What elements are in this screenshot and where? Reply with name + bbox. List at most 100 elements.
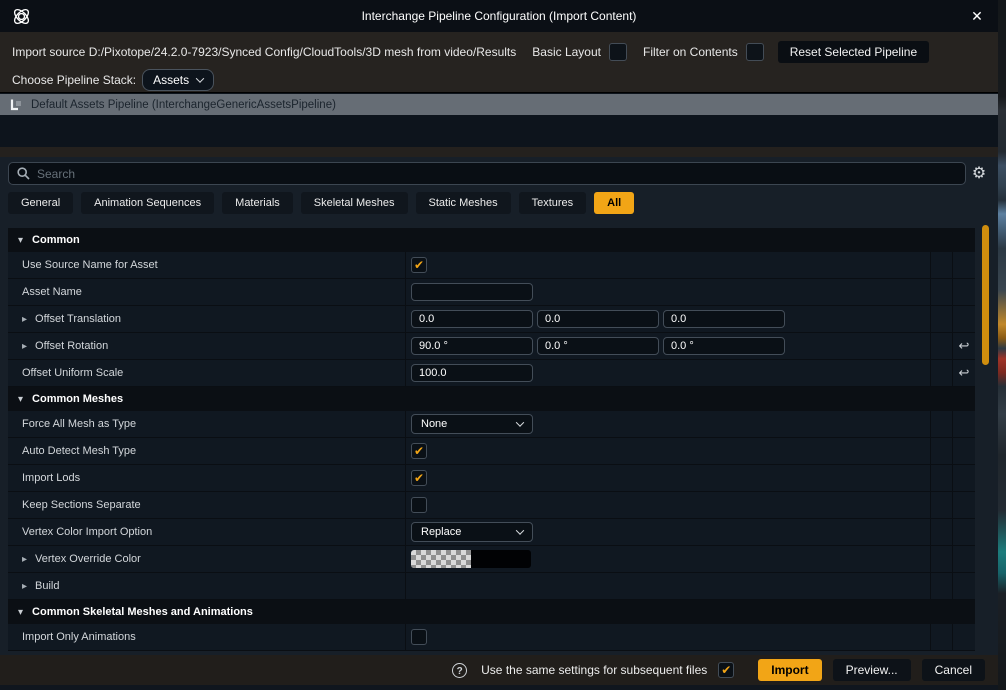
property-row: Keep Sections Separate	[8, 492, 975, 519]
reset-to-default-icon[interactable]: ↩	[959, 365, 970, 381]
row-reset-cell	[952, 252, 975, 278]
property-value-cell: None	[405, 411, 930, 437]
property-value-cell: ✔	[405, 465, 930, 491]
tab-textures[interactable]: Textures	[519, 192, 587, 214]
row-reset-cell	[952, 573, 975, 599]
window-bottom-edge	[0, 685, 998, 690]
property-value-cell	[405, 546, 930, 572]
property-name-cell: Force All Mesh as Type	[8, 411, 405, 437]
row-reset-cell	[952, 519, 975, 545]
vector-field[interactable]	[411, 337, 533, 355]
tab-static-meshes[interactable]: Static Meshes	[416, 192, 511, 214]
section-title: Common Meshes	[32, 393, 123, 405]
row-extra-cell	[930, 360, 952, 386]
checkbox[interactable]: ✔	[411, 443, 427, 459]
row-extra-cell	[930, 306, 952, 332]
cancel-button[interactable]: Cancel	[922, 659, 985, 681]
pipeline-stack-value: Assets	[153, 73, 189, 87]
vertical-scrollbar[interactable]	[982, 225, 989, 365]
reset-to-default-icon[interactable]: ↩	[959, 338, 970, 354]
filter-tabs: General Animation Sequences Materials Skele…	[8, 192, 634, 214]
property-name-cell: Keep Sections Separate	[8, 492, 405, 518]
dropdown[interactable]: None	[411, 414, 533, 434]
vector-field[interactable]	[663, 310, 785, 328]
text-input[interactable]	[411, 283, 533, 301]
property-value-cell	[405, 573, 930, 599]
property-value-cell	[405, 492, 930, 518]
checkbox[interactable]: ✔	[411, 257, 427, 273]
vector-field[interactable]	[537, 337, 659, 355]
pipeline-list-item-selected[interactable]: Default Assets Pipeline (InterchangeGene…	[0, 94, 998, 115]
section-header[interactable]: ▾ Common Skeletal Meshes and Animations	[8, 600, 975, 624]
import-source-text: Import source D:/Pixotope/24.2.0-7923/Sy…	[12, 45, 516, 59]
property-label: Auto Detect Mesh Type	[22, 445, 136, 457]
check-icon: ✔	[414, 444, 424, 458]
property-name-cell: Import Lods	[8, 465, 405, 491]
expander-icon[interactable]: ▸	[22, 314, 27, 325]
dialog-title: Interchange Pipeline Configuration (Impo…	[0, 9, 998, 23]
filter-on-contents-checkbox[interactable]	[746, 43, 764, 61]
preview-button[interactable]: Preview...	[833, 659, 911, 681]
tab-general[interactable]: General	[8, 192, 73, 214]
search-icon	[17, 167, 30, 180]
subsequent-files-checkbox[interactable]: ✔	[718, 662, 734, 678]
row-extra-cell	[930, 333, 952, 359]
tab-animation-sequences[interactable]: Animation Sequences	[81, 192, 214, 214]
choose-pipeline-stack-label: Choose Pipeline Stack:	[12, 73, 136, 87]
vector-field[interactable]	[663, 337, 785, 355]
property-value-cell	[405, 360, 930, 386]
row-reset-cell	[952, 279, 975, 305]
pipeline-stack-dropdown[interactable]: Assets	[142, 69, 214, 91]
vector-field[interactable]	[537, 310, 659, 328]
section-title: Common Skeletal Meshes and Animations	[32, 606, 253, 618]
property-name-cell: ▸Offset Translation	[8, 306, 405, 332]
help-icon[interactable]: ?	[452, 663, 467, 678]
row-reset-cell	[952, 465, 975, 491]
property-row: Vertex Color Import Option Replace	[8, 519, 975, 546]
import-button[interactable]: Import	[758, 659, 821, 681]
checkbox[interactable]	[411, 497, 427, 513]
property-label: Vertex Override Color	[35, 553, 141, 565]
basic-layout-checkbox[interactable]	[609, 43, 627, 61]
section-collapse-icon: ▾	[18, 607, 23, 618]
number-input[interactable]	[411, 364, 533, 382]
color-swatch[interactable]	[411, 550, 531, 568]
expander-icon[interactable]: ▸	[22, 581, 27, 592]
chevron-down-icon	[516, 418, 524, 426]
settings-gear-icon[interactable]: ⚙	[966, 162, 992, 185]
property-name-cell: Use Source Name for Asset	[8, 252, 405, 278]
property-label: Force All Mesh as Type	[22, 418, 136, 430]
vector-field[interactable]	[411, 310, 533, 328]
search-box[interactable]	[8, 162, 966, 185]
row-extra-cell	[930, 465, 952, 491]
checkbox[interactable]	[411, 629, 427, 645]
property-label: Keep Sections Separate	[22, 499, 141, 511]
section-header[interactable]: ▾Common Meshes	[8, 387, 975, 411]
row-reset-cell	[952, 411, 975, 437]
property-name-cell: Vertex Color Import Option	[8, 519, 405, 545]
property-label: Import Lods	[22, 472, 80, 484]
property-label: Import Only Animations	[22, 631, 136, 643]
property-label: Build	[35, 580, 59, 592]
property-row: Offset Uniform Scale↩	[8, 360, 975, 387]
reset-selected-pipeline-button[interactable]: Reset Selected Pipeline	[778, 41, 929, 63]
tab-all[interactable]: All	[594, 192, 634, 214]
property-value-cell	[405, 333, 930, 359]
row-reset-cell: ↩	[952, 360, 975, 386]
tab-skeletal-meshes[interactable]: Skeletal Meshes	[301, 192, 408, 214]
property-row: Import Lods ✔	[8, 465, 975, 492]
row-extra-cell	[930, 279, 952, 305]
interchange-dialog: Interchange Pipeline Configuration (Impo…	[0, 0, 998, 690]
row-extra-cell	[930, 624, 952, 650]
checkbox[interactable]: ✔	[411, 470, 427, 486]
expander-icon[interactable]: ▸	[22, 554, 27, 565]
section-header[interactable]: ▾Common	[8, 228, 975, 252]
chevron-down-icon	[516, 526, 524, 534]
search-input[interactable]	[37, 167, 957, 181]
expander-icon[interactable]: ▸	[22, 341, 27, 352]
close-icon[interactable]: ✕	[968, 7, 986, 25]
tab-materials[interactable]: Materials	[222, 192, 293, 214]
dropdown[interactable]: Replace	[411, 522, 533, 542]
row-reset-cell: ↩	[952, 333, 975, 359]
row-extra-cell	[930, 492, 952, 518]
